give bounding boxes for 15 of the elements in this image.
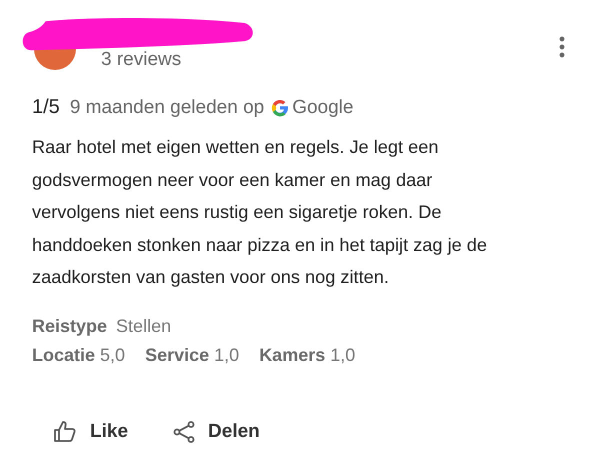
rating: 1/5 — [32, 96, 60, 119]
rating-score: Kamers 1,0 — [259, 344, 356, 366]
source-label: Google — [292, 96, 354, 118]
posted-date: 9 maanden geleden op — [70, 96, 264, 118]
rating-score: Locatie 5,0 — [32, 344, 126, 366]
like-button[interactable]: Like — [52, 416, 128, 448]
review-text: Raar hotel met eigen wetten en regels. Je legt een godsvermogen neer voor een kamer en mag daar vervolgens niet eens rustig een sigaretje roken. De handdoeken stonken naar pizza en in het tapijt zag je de zaadkorsten van gasten voor ons nog zitten. — [32, 136, 488, 289]
rating-score: Service 1,0 — [145, 344, 240, 366]
review-count: 3 reviews — [101, 50, 182, 70]
thumbs-up-icon — [52, 420, 78, 444]
share-icon — [172, 420, 196, 444]
trip-type: Reistype Stellen — [32, 314, 172, 338]
more-options-icon[interactable] — [558, 36, 566, 58]
share-button[interactable]: Delen — [172, 416, 260, 448]
google-logo-icon — [270, 98, 290, 118]
